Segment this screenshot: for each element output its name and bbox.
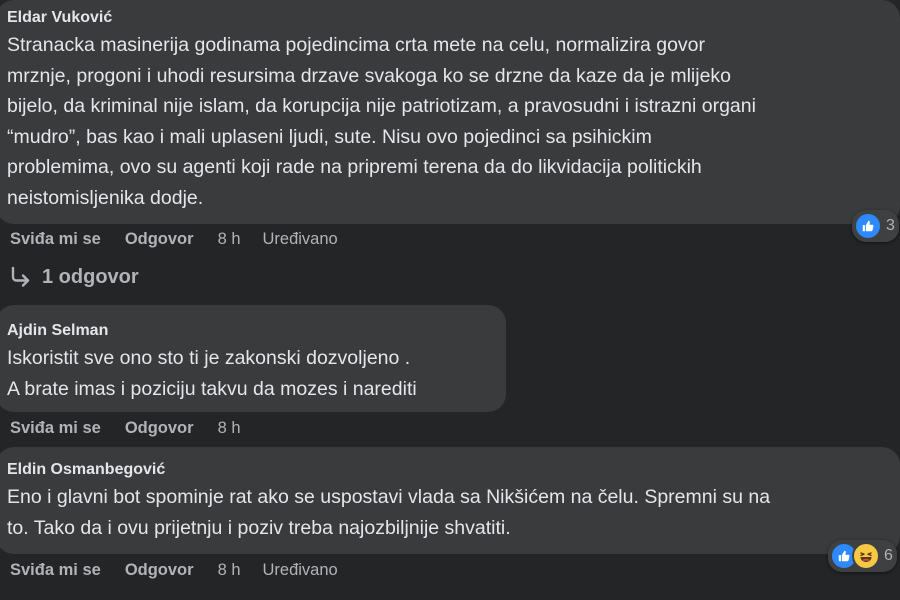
haha-icon <box>852 542 880 570</box>
like-icon <box>854 212 882 240</box>
comment-bubble: Eldar Vuković Stranacka masinerija godin… <box>0 0 900 224</box>
comment-text: Stranacka masinerija godinama pojedincim… <box>7 30 888 213</box>
reactions-summary[interactable]: 3 <box>852 210 899 242</box>
reply-button[interactable]: Odgovor <box>125 419 194 438</box>
reaction-count: 3 <box>886 217 895 234</box>
comment-actions: Sviđa mi se Odgovor 8 h Uređivano <box>10 227 338 251</box>
comment-text: Iskoristit sve ono sto ti je zakonski do… <box>7 343 494 404</box>
reaction-count: 6 <box>884 547 893 564</box>
comment-author[interactable]: Eldin Osmanbegović <box>7 460 888 480</box>
reply-arrow-icon <box>11 266 30 287</box>
reply-button[interactable]: Odgovor <box>125 561 194 580</box>
reply-button[interactable]: Odgovor <box>125 230 194 249</box>
comment-line: neistomisljenika dodje. <box>7 186 204 209</box>
like-button[interactable]: Sviđa mi se <box>10 419 101 438</box>
edited-label: Uređivano <box>262 560 338 579</box>
reactions-summary[interactable]: 6 <box>828 540 897 572</box>
like-button[interactable]: Sviđa mi se <box>10 230 101 249</box>
comment-timestamp[interactable]: 8 h <box>218 561 241 580</box>
comment-line: “mudro”, bas kao i mali uplaseni ljudi, … <box>7 125 652 148</box>
comment-line: Stranacka masinerija godinama pojedincim… <box>7 34 706 56</box>
comment-bubble: Ajdin Selman Iskoristit sve ono sto ti j… <box>0 305 506 412</box>
edited-label: Uređivano <box>262 229 338 248</box>
comment-line: Iskoristit sve ono sto ti je zakonski do… <box>7 347 411 369</box>
comment-text: Eno i glavni bot spominje rat ako se usp… <box>7 482 888 543</box>
comment-author[interactable]: Eldar Vuković <box>7 8 888 28</box>
comment-timestamp[interactable]: 8 h <box>218 230 241 249</box>
view-replies-label: 1 odgovor <box>42 265 139 288</box>
view-replies-link[interactable]: 1 odgovor <box>10 263 139 291</box>
comment-bubble: Eldin Osmanbegović Eno i glavni bot spom… <box>0 447 900 554</box>
comment-timestamp[interactable]: 8 h <box>218 419 241 438</box>
comment-line: A brate imas i poziciju takvu da mozes i… <box>7 377 417 400</box>
comment-line: Eno i glavni bot spominje rat ako se usp… <box>7 486 771 508</box>
comment-line: to. Tako da i ovu prijetnju i poziv treb… <box>7 516 511 539</box>
comment-actions: Sviđa mi se Odgovor 8 h Uređivano <box>10 558 338 582</box>
like-button[interactable]: Sviđa mi se <box>10 561 101 580</box>
comment-line: problemima, ovo su agenti koji rade na p… <box>7 156 702 178</box>
comment-line: mrznje, progoni i uhodi resursima drzave… <box>7 64 732 87</box>
comment-line: bijelo, da kriminal nije islam, da korup… <box>7 95 756 117</box>
comment-actions: Sviđa mi se Odgovor 8 h <box>10 416 241 440</box>
comment-author[interactable]: Ajdin Selman <box>7 321 494 341</box>
